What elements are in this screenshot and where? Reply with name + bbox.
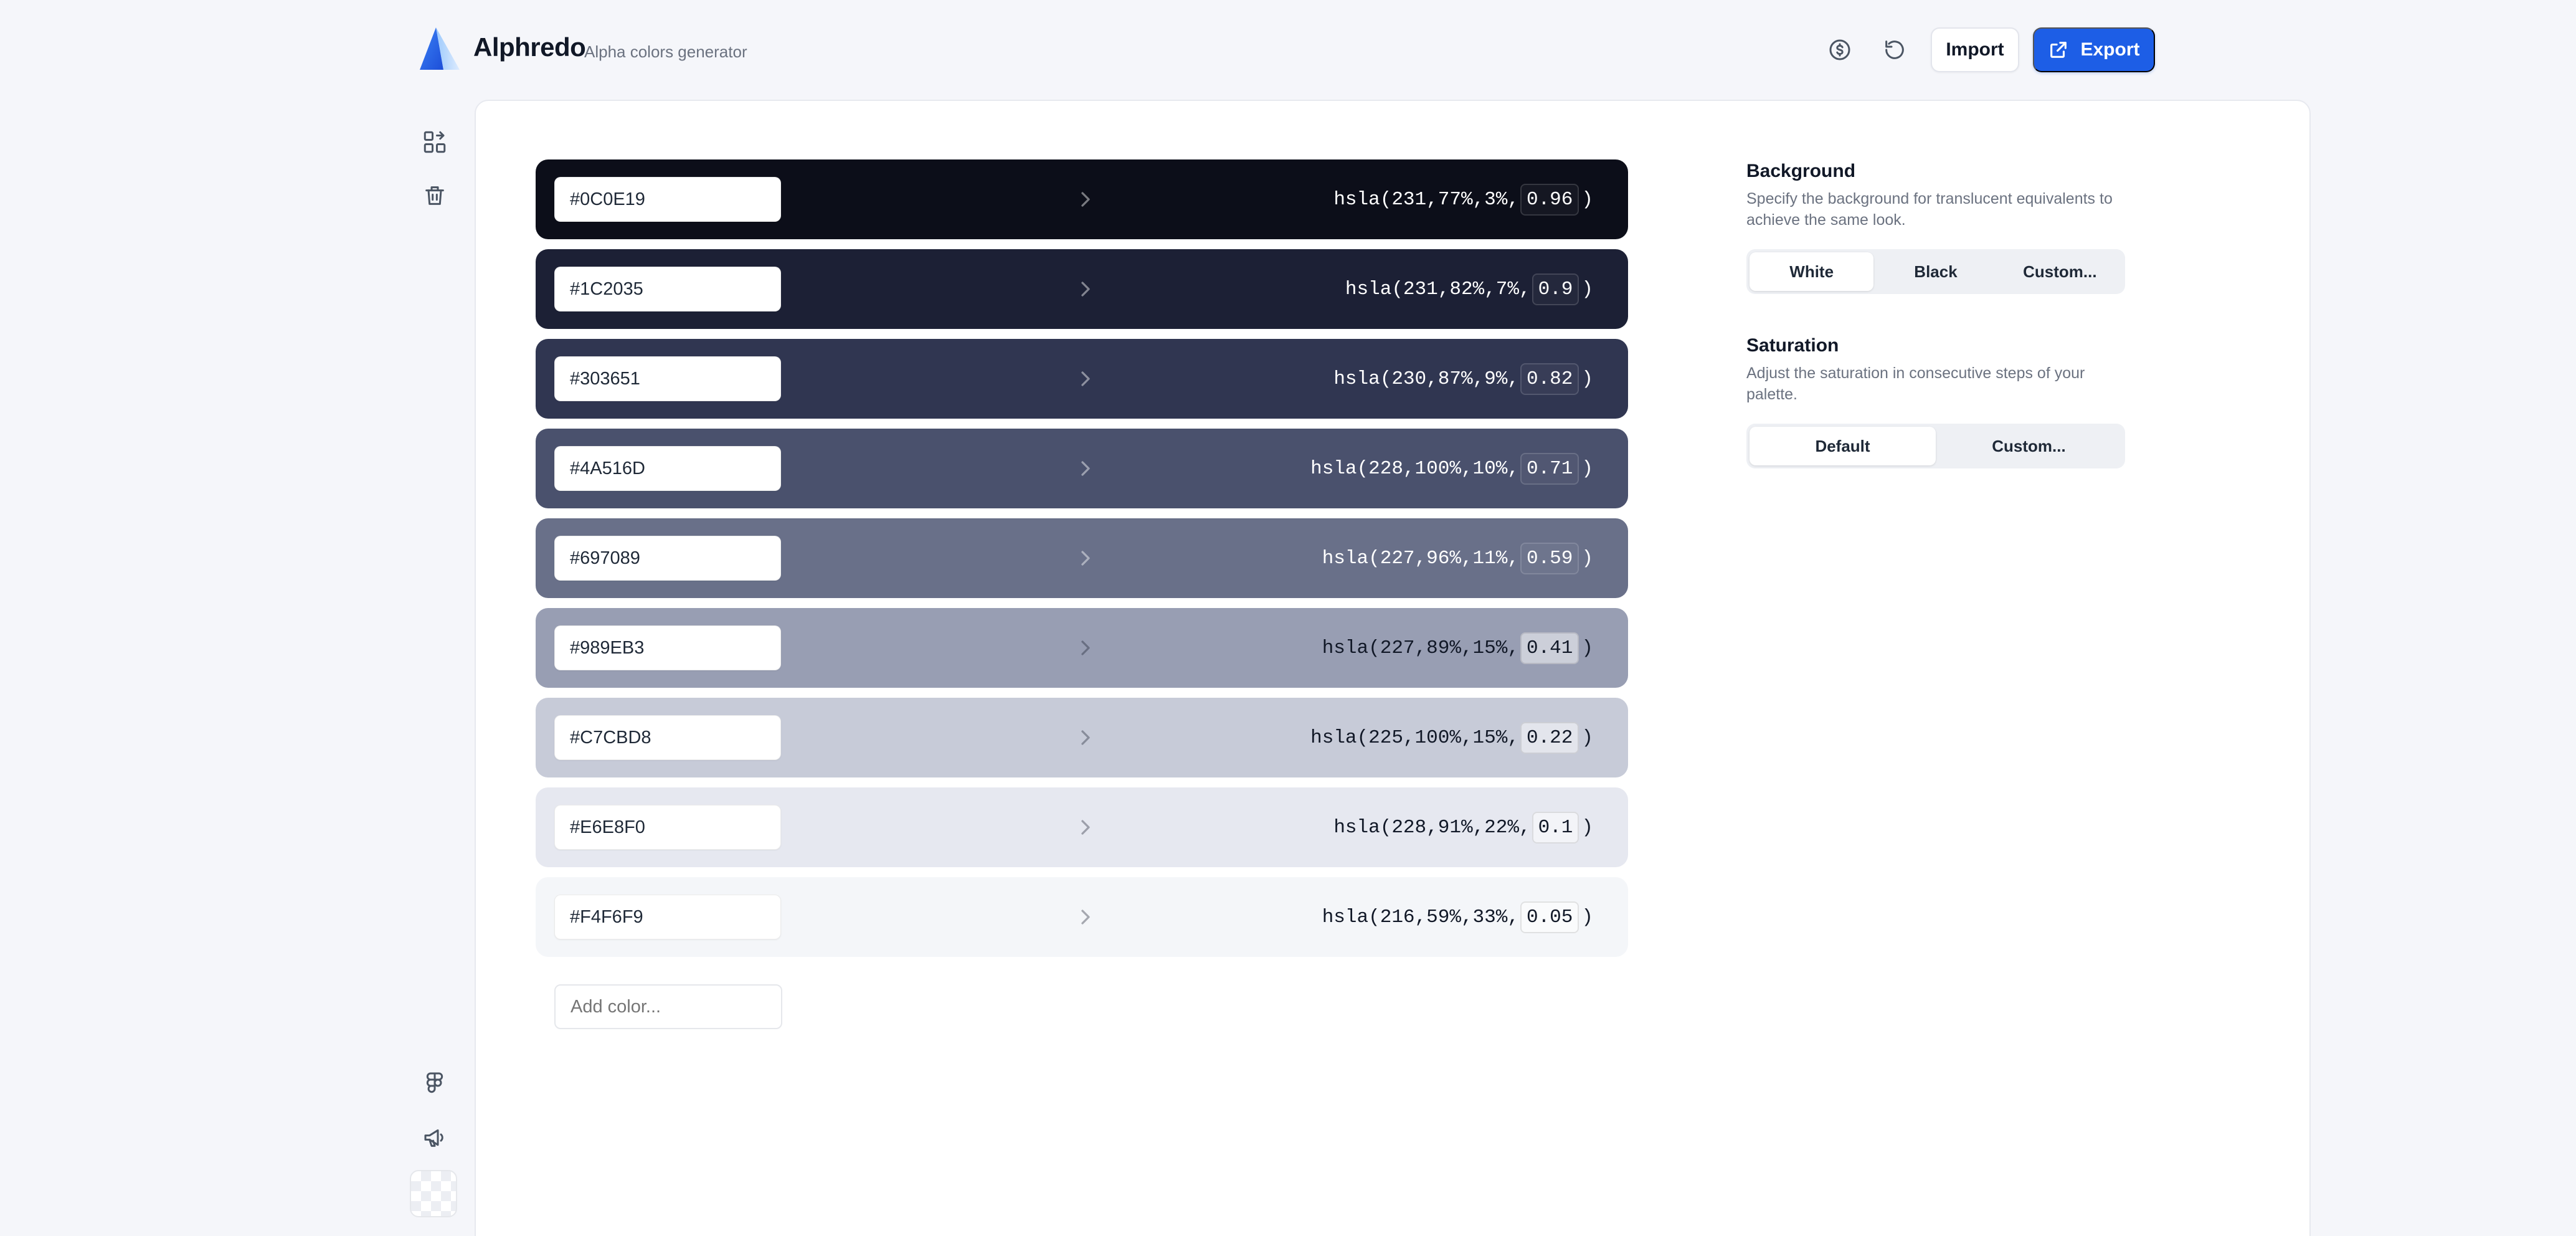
hex-input[interactable]: #0C0E19 — [554, 177, 781, 222]
hex-input[interactable]: #C7CBD8 — [554, 715, 781, 760]
app-tagline: Alpha colors generator — [584, 42, 747, 61]
alphredo-logo-icon[interactable] — [419, 26, 468, 71]
background-title: Background — [1746, 161, 1856, 181]
chevron-right-icon — [1081, 551, 1090, 566]
palette-row: #989EB3 hsla(227,89%,15%, 0.41) — [536, 608, 1628, 688]
palette-row: #303651 hsla(230,87%,9%, 0.82) — [536, 339, 1628, 419]
hsla-value[interactable]: hsla(227,96%,11%, 0.59) — [1322, 540, 1593, 577]
alpha-value[interactable]: 0.9 — [1532, 273, 1579, 305]
shapes-swap-icon[interactable] — [419, 126, 451, 158]
export-button-label: Export — [2080, 39, 2140, 60]
hex-input[interactable]: #E6E8F0 — [554, 805, 781, 850]
reset-icon[interactable] — [1878, 34, 1911, 66]
hsla-prefix: hsla(225,100%,15%, — [1310, 726, 1519, 749]
background-option-custom[interactable]: Custom... — [1998, 252, 2122, 291]
hsla-suffix: ) — [1581, 816, 1593, 839]
hsla-prefix: hsla(227,89%,15%, — [1322, 637, 1519, 659]
hsla-value[interactable]: hsla(225,100%,15%, 0.22) — [1310, 719, 1593, 756]
saturation-option-default[interactable]: Default — [1750, 427, 1936, 465]
hsla-suffix: ) — [1581, 457, 1593, 480]
hex-input[interactable]: #1C2035 — [554, 267, 781, 311]
import-button[interactable]: Import — [1931, 27, 2019, 72]
alpha-value[interactable]: 0.96 — [1520, 183, 1579, 216]
add-color-input[interactable] — [554, 984, 782, 1029]
background-description: Specify the background for translucent e… — [1746, 190, 2113, 229]
hsla-suffix: ) — [1581, 906, 1593, 928]
hsla-suffix: ) — [1581, 726, 1593, 749]
hsla-suffix: ) — [1581, 547, 1593, 569]
hex-input[interactable]: #F4F6F9 — [554, 895, 781, 939]
hsla-value[interactable]: hsla(231,82%,7%, 0.9) — [1345, 270, 1593, 308]
hsla-suffix: ) — [1581, 278, 1593, 300]
alpha-value[interactable]: 0.82 — [1520, 363, 1579, 395]
hsla-prefix: hsla(228,91%,22%, — [1333, 816, 1531, 839]
chevron-right-icon — [1081, 192, 1090, 207]
palette-row: #E6E8F0 hsla(228,91%,22%, 0.1) — [536, 787, 1628, 867]
hsla-value[interactable]: hsla(227,89%,15%, 0.41) — [1322, 629, 1593, 667]
hsla-prefix: hsla(227,96%,11%, — [1322, 547, 1519, 569]
chevron-right-icon — [1081, 910, 1090, 925]
palette-row: #4A516D hsla(228,100%,10%, 0.71) — [536, 429, 1628, 508]
alpha-value[interactable]: 0.71 — [1520, 452, 1579, 485]
figma-icon[interactable] — [419, 1067, 451, 1099]
hex-input[interactable]: #697089 — [554, 536, 781, 581]
palette-row: #1C2035 hsla(231,82%,7%, 0.9) — [536, 249, 1628, 329]
hsla-suffix: ) — [1581, 368, 1593, 390]
chevron-right-icon — [1081, 820, 1090, 835]
background-option-black[interactable]: Black — [1873, 252, 1997, 291]
hsla-prefix: hsla(216,59%,33%, — [1322, 906, 1519, 928]
chevron-right-icon — [1081, 282, 1090, 297]
chevron-right-icon — [1081, 371, 1090, 386]
hex-input[interactable]: #989EB3 — [554, 625, 781, 670]
saturation-title: Saturation — [1746, 335, 1839, 356]
export-button[interactable]: Export — [2033, 27, 2155, 72]
trash-icon[interactable] — [419, 179, 451, 212]
chevron-right-icon — [1081, 730, 1090, 745]
alpha-value[interactable]: 0.22 — [1520, 721, 1579, 754]
external-link-icon — [2050, 42, 2067, 58]
hex-input[interactable]: #303651 — [554, 356, 781, 401]
chevron-right-icon — [1081, 461, 1090, 476]
palette-row: #F4F6F9 hsla(216,59%,33%, 0.05) — [536, 877, 1628, 957]
alpha-value[interactable]: 0.05 — [1520, 901, 1579, 933]
background-option-white[interactable]: White — [1750, 252, 1874, 291]
saturation-description: Adjust the saturation in consecutive ste… — [1746, 364, 2085, 403]
hex-input[interactable]: #4A516D — [554, 446, 781, 491]
hsla-value[interactable]: hsla(230,87%,9%, 0.82) — [1333, 360, 1593, 397]
hsla-value[interactable]: hsla(228,100%,10%, 0.71) — [1310, 450, 1593, 487]
alpha-value[interactable]: 0.41 — [1520, 632, 1579, 664]
checkerboard-background-icon[interactable] — [410, 1170, 457, 1217]
hsla-value[interactable]: hsla(228,91%,22%, 0.1) — [1333, 809, 1593, 846]
hsla-value[interactable]: hsla(216,59%,33%, 0.05) — [1322, 898, 1593, 936]
alpha-value[interactable]: 0.1 — [1532, 811, 1579, 844]
hsla-prefix: hsla(230,87%,9%, — [1333, 368, 1519, 390]
palette-row: #C7CBD8 hsla(225,100%,15%, 0.22) — [536, 698, 1628, 777]
chevron-right-icon — [1081, 640, 1090, 655]
background-selector: White Black Custom... — [1746, 249, 2125, 294]
hsla-prefix: hsla(228,100%,10%, — [1310, 457, 1519, 480]
palette-row: #0C0E19 hsla(231,77%,3%, 0.96) — [536, 159, 1628, 239]
hsla-suffix: ) — [1581, 188, 1593, 211]
saturation-option-custom[interactable]: Custom... — [1936, 427, 2122, 465]
hsla-prefix: hsla(231,77%,3%, — [1333, 188, 1519, 211]
megaphone-icon[interactable] — [419, 1121, 451, 1154]
hsla-prefix: hsla(231,82%,7%, — [1345, 278, 1531, 300]
info-circle-icon[interactable] — [1824, 34, 1856, 66]
saturation-selector: Default Custom... — [1746, 424, 2125, 468]
hsla-suffix: ) — [1581, 637, 1593, 659]
app-name: Alphredo — [473, 32, 586, 62]
palette-row: #697089 hsla(227,96%,11%, 0.59) — [536, 518, 1628, 598]
hsla-value[interactable]: hsla(231,77%,3%, 0.96) — [1333, 181, 1593, 218]
app-header: Alphredo Alpha colors generator Import E… — [0, 0, 2576, 100]
alpha-value[interactable]: 0.59 — [1520, 542, 1579, 574]
